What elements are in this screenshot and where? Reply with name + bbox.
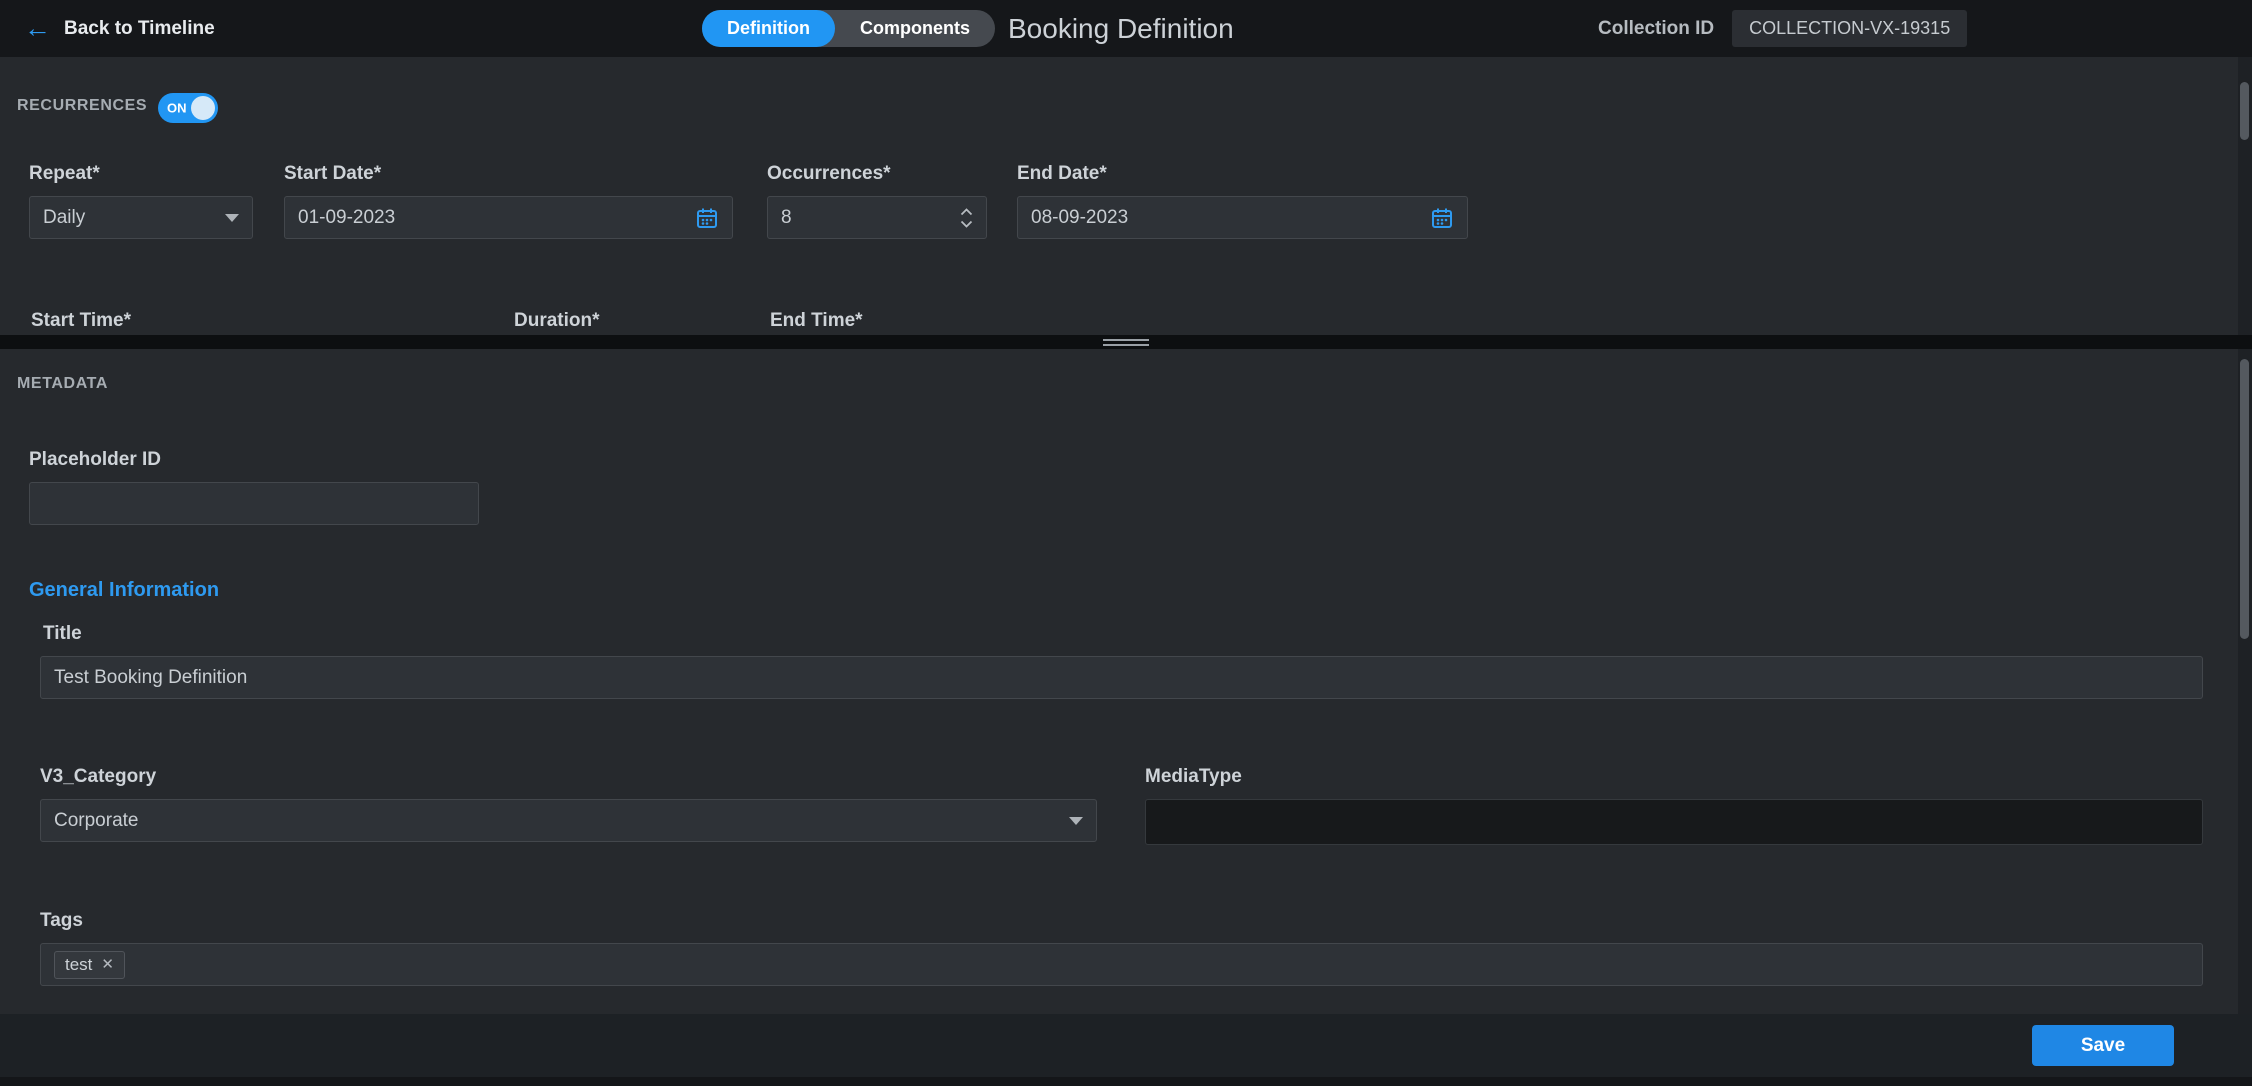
end-date-field: End Date* <box>1017 163 1468 239</box>
v3-category-field: V3_Category Corporate <box>40 766 1097 842</box>
tag-remove-icon[interactable]: ✕ <box>101 957 114 972</box>
recurrences-toggle[interactable]: ON <box>158 93 218 123</box>
collection-id-value: COLLECTION-VX-19315 <box>1732 10 1967 47</box>
tag-chip: test ✕ <box>54 951 125 979</box>
tags-label: Tags <box>40 910 2203 932</box>
metadata-panel: METADATA Placeholder ID General Informat… <box>0 349 2252 1014</box>
title-control <box>40 656 2203 699</box>
toggle-knob-icon <box>191 96 215 120</box>
start-time-label: Start Time* <box>31 310 131 332</box>
bottom-strip <box>0 1077 2252 1086</box>
repeat-select[interactable]: Daily <box>29 196 253 239</box>
splitter-grip-icon <box>1103 339 1149 346</box>
metadata-section-label: METADATA <box>17 375 108 393</box>
media-type-field: MediaType <box>1145 766 2203 845</box>
occurrences-label: Occurrences* <box>767 163 987 185</box>
top-bar: ← Back to Timeline Definition Components… <box>0 0 2252 57</box>
chevron-down-icon <box>1069 817 1083 825</box>
save-button[interactable]: Save <box>2032 1025 2174 1066</box>
placeholder-id-label: Placeholder ID <box>29 449 479 471</box>
title-input[interactable] <box>54 667 2189 689</box>
start-date-input[interactable] <box>298 207 695 229</box>
tags-field: Tags test ✕ <box>40 910 2203 986</box>
collection-id-group: Collection ID COLLECTION-VX-19315 <box>1598 0 1967 57</box>
chevron-down-icon <box>225 214 239 222</box>
start-date-control <box>284 196 733 239</box>
toggle-on-label: ON <box>167 101 187 116</box>
back-to-timeline-label: Back to Timeline <box>64 18 215 40</box>
tab-definition[interactable]: Definition <box>702 10 835 47</box>
v3-category-select[interactable]: Corporate <box>40 799 1097 842</box>
recurrences-panel: RECURRENCES ON Repeat* Daily Start Date* <box>0 57 2252 335</box>
end-time-label: End Time* <box>770 310 863 332</box>
placeholder-id-control <box>29 482 479 525</box>
calendar-icon[interactable] <box>1430 206 1454 230</box>
panel-splitter[interactable] <box>0 335 2252 349</box>
definition-components-toggle: Definition Components <box>702 10 995 47</box>
end-date-label: End Date* <box>1017 163 1468 185</box>
placeholder-id-field: Placeholder ID <box>29 449 479 525</box>
back-to-timeline-link[interactable]: ← Back to Timeline <box>24 0 215 57</box>
calendar-icon[interactable] <box>695 206 719 230</box>
start-date-label: Start Date* <box>284 163 733 185</box>
recurrences-section-label: RECURRENCES <box>17 97 147 115</box>
duration-label: Duration* <box>514 310 600 332</box>
tags-input[interactable]: test ✕ <box>40 943 2203 986</box>
v3-category-value: Corporate <box>54 810 139 832</box>
scrollbar-thumb-top[interactable] <box>2240 82 2249 140</box>
repeat-field: Repeat* Daily <box>29 163 253 239</box>
booking-definition-page: ← Back to Timeline Definition Components… <box>0 0 2252 1086</box>
repeat-value: Daily <box>43 207 85 229</box>
title-label: Title <box>43 623 2203 645</box>
occurrences-input[interactable] <box>781 207 960 229</box>
collection-id-label: Collection ID <box>1598 18 1714 40</box>
media-type-label: MediaType <box>1145 766 2203 788</box>
media-type-input[interactable] <box>1159 811 2189 833</box>
page-title: Booking Definition <box>1008 0 1234 57</box>
media-type-control <box>1145 799 2203 845</box>
end-date-input[interactable] <box>1031 207 1430 229</box>
scrollbar-thumb-bottom[interactable] <box>2240 359 2249 639</box>
title-field: Title <box>40 623 2203 699</box>
repeat-label: Repeat* <box>29 163 253 185</box>
end-date-control <box>1017 196 1468 239</box>
placeholder-id-input[interactable] <box>43 493 465 515</box>
tag-chip-label: test <box>65 955 92 975</box>
occurrences-control <box>767 196 987 239</box>
tab-components[interactable]: Components <box>835 10 995 47</box>
v3-category-label: V3_Category <box>40 766 1097 788</box>
number-stepper-icon[interactable] <box>960 208 973 228</box>
occurrences-field: Occurrences* <box>767 163 987 239</box>
bottom-bar: Save <box>0 1014 2252 1077</box>
start-date-field: Start Date* <box>284 163 733 239</box>
back-arrow-icon: ← <box>24 15 51 42</box>
general-information-link[interactable]: General Information <box>29 579 219 602</box>
